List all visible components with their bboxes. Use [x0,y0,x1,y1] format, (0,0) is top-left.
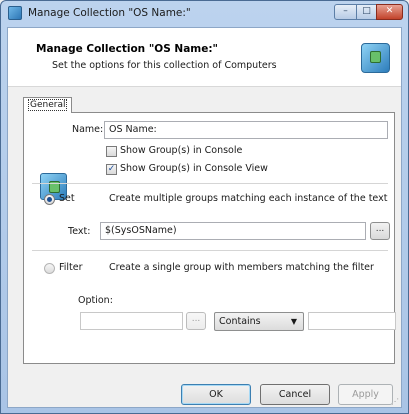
close-button[interactable]: ✕ [376,4,403,20]
show-in-console-checkbox[interactable] [106,146,117,157]
chevron-down-icon: ▼ [290,317,297,326]
apply-button[interactable]: Apply [338,384,393,405]
filter-label: Filter [59,262,83,273]
cancel-button[interactable]: Cancel [260,384,330,405]
name-input[interactable]: OS Name: [104,121,388,139]
divider [32,250,388,251]
divider [32,183,388,184]
option-input[interactable] [80,312,183,330]
text-input[interactable]: $(SysOSName) [100,222,366,240]
set-radio[interactable] [44,194,55,205]
set-description: Create multiple groups matching each ins… [109,193,388,204]
resize-grip-icon[interactable]: ⋰ [391,397,399,406]
dialog-window: Manage Collection "OS Name:" – □ ✕ Manag… [0,0,409,414]
dialog-client: Manage Collection "OS Name:" Set the opt… [7,27,402,408]
header-title: Manage Collection "OS Name:" [36,43,219,55]
computer-collection-icon [361,43,390,73]
text-label: Text: [68,226,91,237]
show-in-console-view-label: Show Group(s) in Console View [120,163,268,174]
general-panel: Name: OS Name: Show Group(s) in Console … [23,112,396,364]
tab-general-label: General [28,99,68,111]
tab-general[interactable]: General [23,97,73,113]
ok-button[interactable]: OK [181,384,251,405]
option-label: Option: [78,295,113,306]
filter-operator-select[interactable]: Contains ▼ [214,312,304,331]
window-title: Manage Collection "OS Name:" [28,7,191,19]
dialog-header: Manage Collection "OS Name:" Set the opt… [8,28,401,87]
show-in-console-view-checkbox[interactable]: ✓ [106,164,117,175]
filter-radio[interactable] [44,263,55,274]
filter-value-input[interactable] [308,312,396,330]
header-subtitle: Set the options for this collection of C… [52,60,277,71]
filter-description: Create a single group with members match… [109,262,374,273]
filter-operator-value: Contains [219,316,261,327]
maximize-button[interactable]: □ [356,4,377,20]
app-icon [8,6,22,20]
name-label: Name: [72,124,104,135]
show-in-console-label: Show Group(s) in Console [120,145,243,156]
title-bar[interactable]: Manage Collection "OS Name:" – □ ✕ [1,1,408,27]
minimize-button[interactable]: – [334,4,357,20]
option-browse-button[interactable]: ... [186,312,206,330]
set-label: Set [59,193,75,204]
text-browse-button[interactable]: ... [370,222,390,240]
